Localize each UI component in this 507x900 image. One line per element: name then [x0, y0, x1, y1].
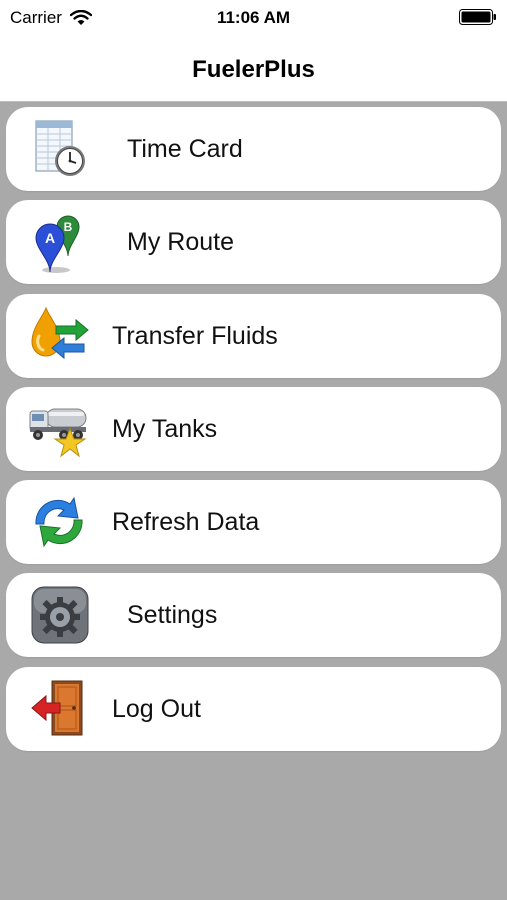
navigation-bar: FuelerPlus	[0, 36, 507, 102]
route-pins-icon: B A	[35, 215, 80, 274]
menu-item-transfer-fluids[interactable]: Transfer Fluids	[6, 293, 501, 378]
menu-item-label: Log Out	[112, 694, 201, 723]
svg-text:B: B	[64, 220, 73, 234]
status-time: 11:06 AM	[216, 8, 291, 27]
menu-item-log-out[interactable]: Log Out	[6, 666, 501, 751]
menu-item-label: Transfer Fluids	[112, 321, 278, 350]
menu-item-my-route[interactable]: B A My Route	[6, 200, 501, 285]
fluid-transfer-icon	[31, 306, 89, 359]
menu-item-label: Time Card	[127, 135, 243, 163]
logout-door-icon	[31, 680, 83, 736]
menu-item-my-tanks[interactable]: My Tanks	[6, 386, 501, 471]
timecard-clock-icon	[35, 120, 85, 176]
menu-item-label: My Route	[127, 228, 234, 257]
refresh-icon	[35, 496, 83, 548]
menu-item-label: Refresh Data	[112, 508, 260, 537]
menu-item-label: Settings	[127, 601, 218, 630]
battery-icon	[459, 9, 496, 25]
menu-item-time-card[interactable]: Time Card	[6, 107, 501, 191]
menu-item-settings[interactable]: Settings	[6, 573, 501, 658]
menu-item-label: My Tanks	[112, 414, 218, 443]
status-bar: Carrier 11:06 AM	[0, 0, 507, 36]
main-menu: Time Card B A My Route Transfer Fluids M…	[6, 107, 501, 760]
menu-item-refresh-data[interactable]: Refresh Data	[6, 480, 501, 565]
page-title: FuelerPlus	[192, 56, 315, 83]
tanker-truck-star-icon	[29, 408, 87, 458]
svg-text:A: A	[45, 230, 55, 246]
settings-gear-icon	[31, 586, 89, 644]
